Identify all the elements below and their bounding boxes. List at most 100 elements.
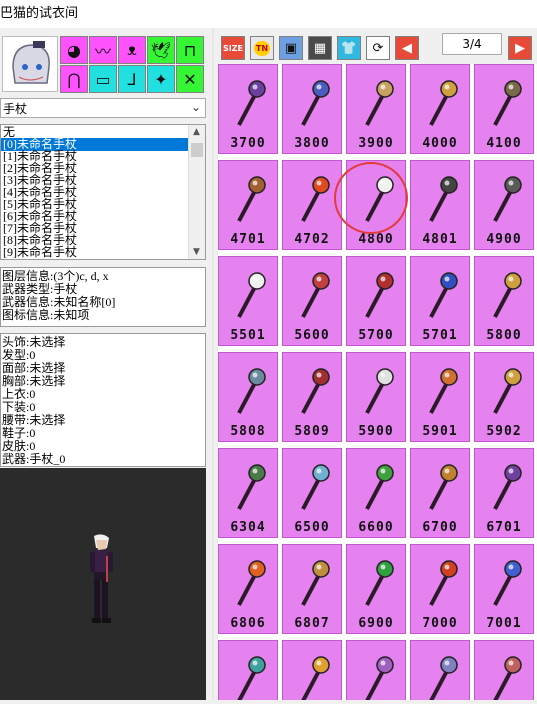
weapon-id-label: 3700 bbox=[230, 136, 266, 151]
film-icon: ▦ bbox=[313, 40, 327, 56]
staff-icon bbox=[365, 368, 394, 414]
weapon-cell[interactable]: 6304 bbox=[218, 448, 278, 538]
weapon-cell[interactable]: 4000 bbox=[410, 64, 470, 154]
next-page-button[interactable]: ▶ bbox=[508, 36, 532, 60]
weapon-type-value: 手杖 bbox=[3, 102, 28, 116]
weapon-cell[interactable]: 4702 bbox=[282, 160, 342, 250]
weapon-cell[interactable] bbox=[410, 640, 470, 700]
staff-icon bbox=[301, 176, 330, 222]
weapon-cell[interactable]: 5901 bbox=[410, 352, 470, 442]
weapon-id-label: 6304 bbox=[230, 520, 266, 535]
weapon-id-label: 5600 bbox=[294, 328, 330, 343]
weapon-type-select[interactable]: 手杖 ⌄ bbox=[0, 98, 206, 118]
belt-icon: ▭ bbox=[95, 69, 111, 89]
weapon-cell[interactable]: 5501 bbox=[218, 256, 278, 346]
weapon-list[interactable]: 无 [0]未命名手杖 [1]未命名手杖 [2]未命名手杖 [3]未命名手杖 [4]未命名手… bbox=[0, 124, 206, 260]
weapon-id-label: 6700 bbox=[422, 520, 458, 535]
weapon-cell[interactable]: 5600 bbox=[282, 256, 342, 346]
cat-shoes-button[interactable]: ⅃ bbox=[118, 65, 146, 93]
weapon-cell[interactable] bbox=[346, 640, 406, 700]
prev-page-button[interactable]: ◀ bbox=[395, 36, 419, 60]
cat-shirt-button[interactable]: ⊓ bbox=[176, 36, 204, 64]
staff-icon bbox=[365, 272, 394, 318]
staff-icon bbox=[493, 176, 522, 222]
weapon-cell[interactable]: 4801 bbox=[410, 160, 470, 250]
cat-item-button[interactable]: ✦ bbox=[147, 65, 175, 93]
cat-pants-button[interactable]: ⋂ bbox=[60, 65, 88, 93]
staff-icon bbox=[237, 176, 266, 222]
staff-icon bbox=[237, 464, 266, 510]
weapon-id-label: 5808 bbox=[230, 424, 266, 439]
cat-cross-button[interactable]: ✕ bbox=[176, 65, 204, 93]
weapon-cell[interactable]: 6700 bbox=[410, 448, 470, 538]
shirt-tool-icon: 👕 bbox=[340, 40, 358, 56]
rotate-icon: ⟳ bbox=[372, 40, 384, 56]
avatar[interactable] bbox=[2, 36, 58, 92]
prev-page-icon: ◀ bbox=[402, 40, 412, 56]
shirt-tool-button[interactable]: 👕 bbox=[337, 36, 361, 60]
cat-belt-button[interactable]: ▭ bbox=[89, 65, 117, 93]
weapon-cell[interactable]: 6701 bbox=[474, 448, 534, 538]
chevron-down-icon[interactable]: ⌄ bbox=[191, 100, 201, 114]
weapon-cell[interactable]: 5701 bbox=[410, 256, 470, 346]
list-item[interactable]: [9]未命名手杖 bbox=[1, 246, 189, 259]
shirt-icon: ⊓ bbox=[183, 40, 197, 60]
scroll-down-icon[interactable]: ▼ bbox=[193, 247, 200, 257]
weapon-cell[interactable] bbox=[282, 640, 342, 700]
cat-face-button[interactable]: ᴥ bbox=[118, 36, 146, 64]
weapon-cell[interactable]: 7001 bbox=[474, 544, 534, 634]
tn-button[interactable]: TN bbox=[250, 36, 274, 60]
scroll-up-icon[interactable]: ▲ bbox=[193, 127, 200, 137]
weapon-cell[interactable]: 6806 bbox=[218, 544, 278, 634]
weapon-cell[interactable]: 5902 bbox=[474, 352, 534, 442]
weapon-id-label: 5902 bbox=[486, 424, 522, 439]
character-preview bbox=[0, 468, 206, 700]
weapon-cell[interactable]: 5700 bbox=[346, 256, 406, 346]
weapon-cell[interactable]: 6807 bbox=[282, 544, 342, 634]
weapon-cell[interactable]: 6900 bbox=[346, 544, 406, 634]
weapon-cell[interactable] bbox=[218, 640, 278, 700]
staff-icon bbox=[429, 80, 458, 126]
layer-info-panel: 图层信息:(3个)c, d, x 武器类型:手杖 武器信息:未知名称[0] 图标信息:… bbox=[0, 267, 206, 327]
weapon-cell[interactable]: 4900 bbox=[474, 160, 534, 250]
equip-info-panel: 头饰:未选择 发型:0 面部:未选择 胸部:未选择 上衣:0 下装:0 腰带:未选择 鞋子:0… bbox=[0, 333, 206, 467]
film-button[interactable]: ▦ bbox=[308, 36, 332, 60]
weapon-cell[interactable]: 5800 bbox=[474, 256, 534, 346]
weapon-cell[interactable]: 4800 bbox=[346, 160, 406, 250]
weapon-cell[interactable]: 7000 bbox=[410, 544, 470, 634]
weapon-cell[interactable]: 5809 bbox=[282, 352, 342, 442]
size-button[interactable]: SIZE bbox=[221, 36, 245, 60]
weapon-cell[interactable]: 4100 bbox=[474, 64, 534, 154]
staff-icon bbox=[493, 272, 522, 318]
weapon-cell[interactable]: 6600 bbox=[346, 448, 406, 538]
weapon-cell[interactable]: 5808 bbox=[218, 352, 278, 442]
staff-icon bbox=[365, 560, 394, 606]
staff-icon bbox=[301, 368, 330, 414]
weapon-cell[interactable]: 3800 bbox=[282, 64, 342, 154]
scroll-thumb[interactable] bbox=[191, 143, 203, 157]
weapon-cell[interactable] bbox=[474, 640, 534, 700]
weapon-cell[interactable]: 4701 bbox=[218, 160, 278, 250]
staff-icon bbox=[365, 656, 394, 700]
list-scrollbar[interactable]: ▲ ▼ bbox=[188, 125, 205, 259]
cat-ears-button[interactable]: ◕ bbox=[60, 36, 88, 64]
rotate-button[interactable]: ⟳ bbox=[366, 36, 390, 60]
cat-hair-button[interactable]: 〰 bbox=[89, 36, 117, 64]
staff-icon bbox=[429, 272, 458, 318]
weapon-cell[interactable]: 3700 bbox=[218, 64, 278, 154]
cat-wings-button[interactable]: 🕊 bbox=[147, 36, 175, 64]
weapon-cell[interactable]: 5900 bbox=[346, 352, 406, 442]
weapon-id-label: 6806 bbox=[230, 616, 266, 631]
weapon-cell[interactable]: 3900 bbox=[346, 64, 406, 154]
frame-button[interactable]: ▣ bbox=[279, 36, 303, 60]
weapon-id-label: 5809 bbox=[294, 424, 330, 439]
panel-divider[interactable] bbox=[212, 28, 214, 700]
staff-icon bbox=[493, 656, 522, 700]
window-title: 巴猫的试衣间 bbox=[0, 6, 79, 21]
staff-icon bbox=[237, 656, 266, 700]
info-line: 武器:手杖_0 bbox=[2, 452, 66, 466]
weapon-cell[interactable]: 6500 bbox=[282, 448, 342, 538]
weapon-id-label: 3900 bbox=[358, 136, 394, 151]
weapon-id-label: 7001 bbox=[486, 616, 522, 631]
page-indicator: 3/4 bbox=[442, 33, 502, 55]
